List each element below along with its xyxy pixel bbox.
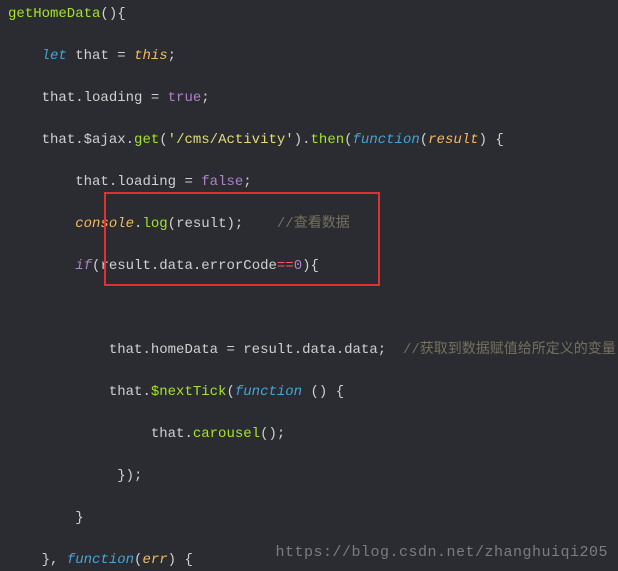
code-line: }); [0, 466, 618, 487]
code-line: if(result.data.errorCode==0){ [0, 256, 618, 277]
code-line: let that = this; [0, 46, 618, 67]
code-line: that.homeData = result.data.data; //获取到数… [0, 340, 618, 361]
code-line: that.loading = true; [0, 88, 618, 109]
comment: //查看数据 [277, 216, 350, 232]
function-name: getHomeData [8, 6, 100, 22]
code-line: } [0, 508, 618, 529]
code-line: getHomeData(){ [0, 4, 618, 25]
code-line [0, 298, 618, 319]
code-line: that.carousel(); [0, 424, 618, 445]
code-line: that.loading = false; [0, 172, 618, 193]
code-line: }, function(err) { [0, 550, 618, 571]
comment: //获取到数据赋值给所定义的变量 [403, 342, 616, 358]
code-editor: getHomeData(){ let that = this; that.loa… [0, 0, 618, 571]
code-line: that.$nextTick(function () { [0, 382, 618, 403]
code-line: that.$ajax.get('/cms/Activity').then(fun… [0, 130, 618, 151]
code-line: console.log(result); //查看数据 [0, 214, 618, 235]
